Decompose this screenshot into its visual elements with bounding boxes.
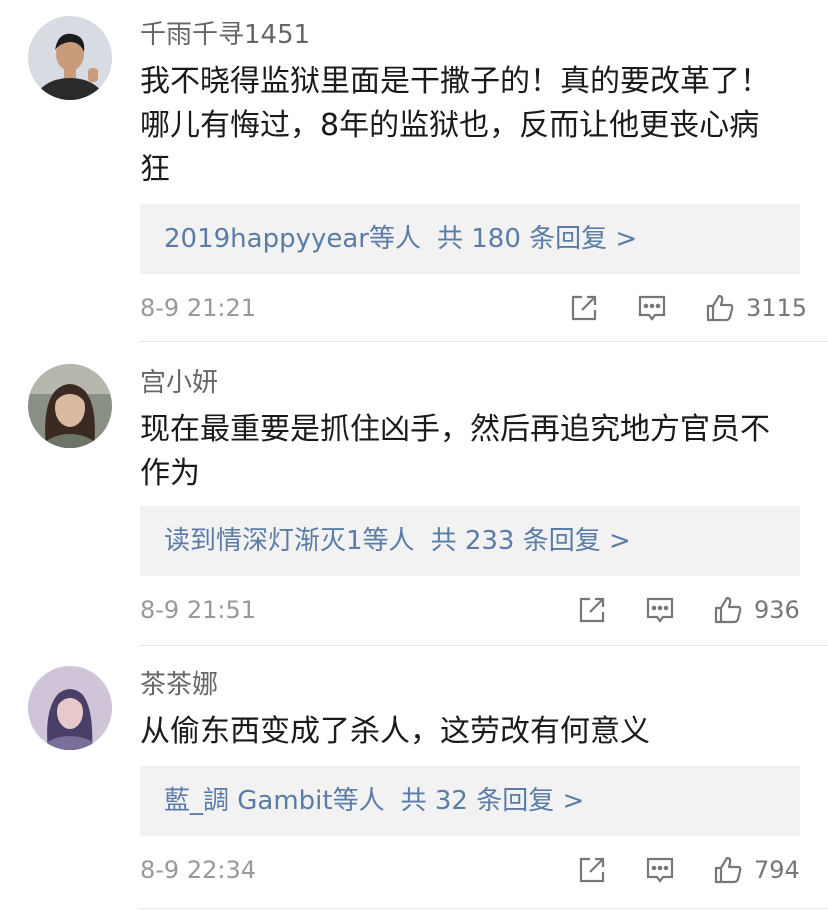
reply-others: 等人 (332, 786, 385, 816)
replies-summary[interactable]: 读到情深灯渐灭1等人共 233 条回复 > (140, 506, 800, 576)
comment-text: 我不晓得监狱里面是干撒子的！真的要改革了！ 哪儿有悔过，8年的监狱也，反而让他更… (140, 60, 790, 192)
replies-summary-line[interactable]: 藍_調 Gambit等人共 32 条回复 > (164, 766, 584, 836)
comment-text: 现在最重要是抓住凶手，然后再追究地方官员不 作为 (140, 408, 790, 496)
avatar[interactable] (28, 364, 112, 448)
share-button[interactable] (576, 590, 608, 630)
reply-button[interactable] (644, 850, 676, 890)
comment-footer: 8-9 21:21 3115 (140, 288, 807, 328)
divider (140, 908, 828, 909)
replies-summary-line[interactable]: 读到情深灯渐灭1等人共 233 条回复 > (164, 506, 631, 576)
comment-item: 千雨千寻1451 我不晓得监狱里面是干撒子的！真的要改革了！ 哪儿有悔过，8年的… (0, 0, 828, 342)
username[interactable]: 茶茶娜 (140, 668, 218, 702)
comment-text-line: 狂 (140, 152, 170, 187)
avatar[interactable] (28, 16, 112, 100)
comment-footer: 8-9 22:34 794 (140, 850, 800, 890)
comment-text-line: 我不晓得监狱里面是干撒子的！真的要改革了！ (140, 64, 770, 99)
share-icon (579, 857, 605, 883)
replies-summary-line[interactable]: 2019happyyear等人共 180 条回复 > (164, 204, 637, 274)
comment-item: 茶茶娜 从偷东西变成了杀人，这劳改有何意义 藍_調 Gambit等人共 32 条… (0, 646, 828, 911)
share-icon (579, 597, 605, 623)
replies-summary[interactable]: 藍_調 Gambit等人共 32 条回复 > (140, 766, 800, 836)
thumbs-up-icon (714, 856, 742, 884)
reply-count-link[interactable]: 共 32 条回复 > (401, 786, 585, 816)
reply-others: 等人 (362, 526, 415, 556)
share-button[interactable] (576, 850, 608, 890)
like-count: 3115 (746, 294, 808, 322)
replies-summary[interactable]: 2019happyyear等人共 180 条回复 > (140, 204, 800, 274)
comment-icon (646, 857, 674, 883)
reply-button[interactable] (644, 590, 676, 630)
comment-time: 8-9 22:34 (140, 856, 256, 884)
reply-users[interactable]: 2019happyyear (164, 224, 369, 254)
reply-count-link[interactable]: 共 180 条回复 > (437, 224, 637, 254)
reply-count-link[interactable]: 共 233 条回复 > (431, 526, 631, 556)
thumbs-up-icon (714, 596, 742, 624)
thumbs-up-icon (706, 294, 734, 322)
comment-text-line: 作为 (140, 456, 200, 491)
reply-button[interactable] (636, 288, 668, 328)
like-button[interactable]: 794 (712, 850, 800, 890)
comment-footer: 8-9 21:51 936 (140, 590, 800, 630)
username[interactable]: 千雨千寻1451 (140, 18, 310, 52)
comment-text-line: 从偷东西变成了杀人，这劳改有何意义 (140, 714, 650, 749)
comment-time: 8-9 21:21 (140, 294, 256, 322)
comment-time: 8-9 21:51 (140, 596, 256, 624)
comment-icon (638, 295, 666, 321)
reply-users[interactable]: 读到情深灯渐灭1 (164, 526, 363, 556)
like-count: 794 (754, 856, 800, 884)
share-icon (571, 295, 597, 321)
share-button[interactable] (568, 288, 600, 328)
like-button[interactable]: 3115 (704, 288, 807, 328)
username[interactable]: 宫小妍 (140, 366, 218, 400)
reply-others: 等人 (368, 224, 421, 254)
comment-text-line: 现在最重要是抓住凶手，然后再追究地方官员不 (140, 412, 770, 447)
avatar[interactable] (28, 666, 112, 750)
like-button[interactable]: 936 (712, 590, 800, 630)
like-count: 936 (754, 596, 800, 624)
comment-item: 宫小妍 现在最重要是抓住凶手，然后再追究地方官员不 作为 读到情深灯渐灭1等人共… (0, 342, 828, 646)
reply-users[interactable]: 藍_調 Gambit (164, 786, 333, 816)
comment-icon (646, 597, 674, 623)
comment-text: 从偷东西变成了杀人，这劳改有何意义 (140, 710, 790, 754)
comment-text-line: 哪儿有悔过，8年的监狱也，反而让他更丧心病 (140, 108, 760, 143)
